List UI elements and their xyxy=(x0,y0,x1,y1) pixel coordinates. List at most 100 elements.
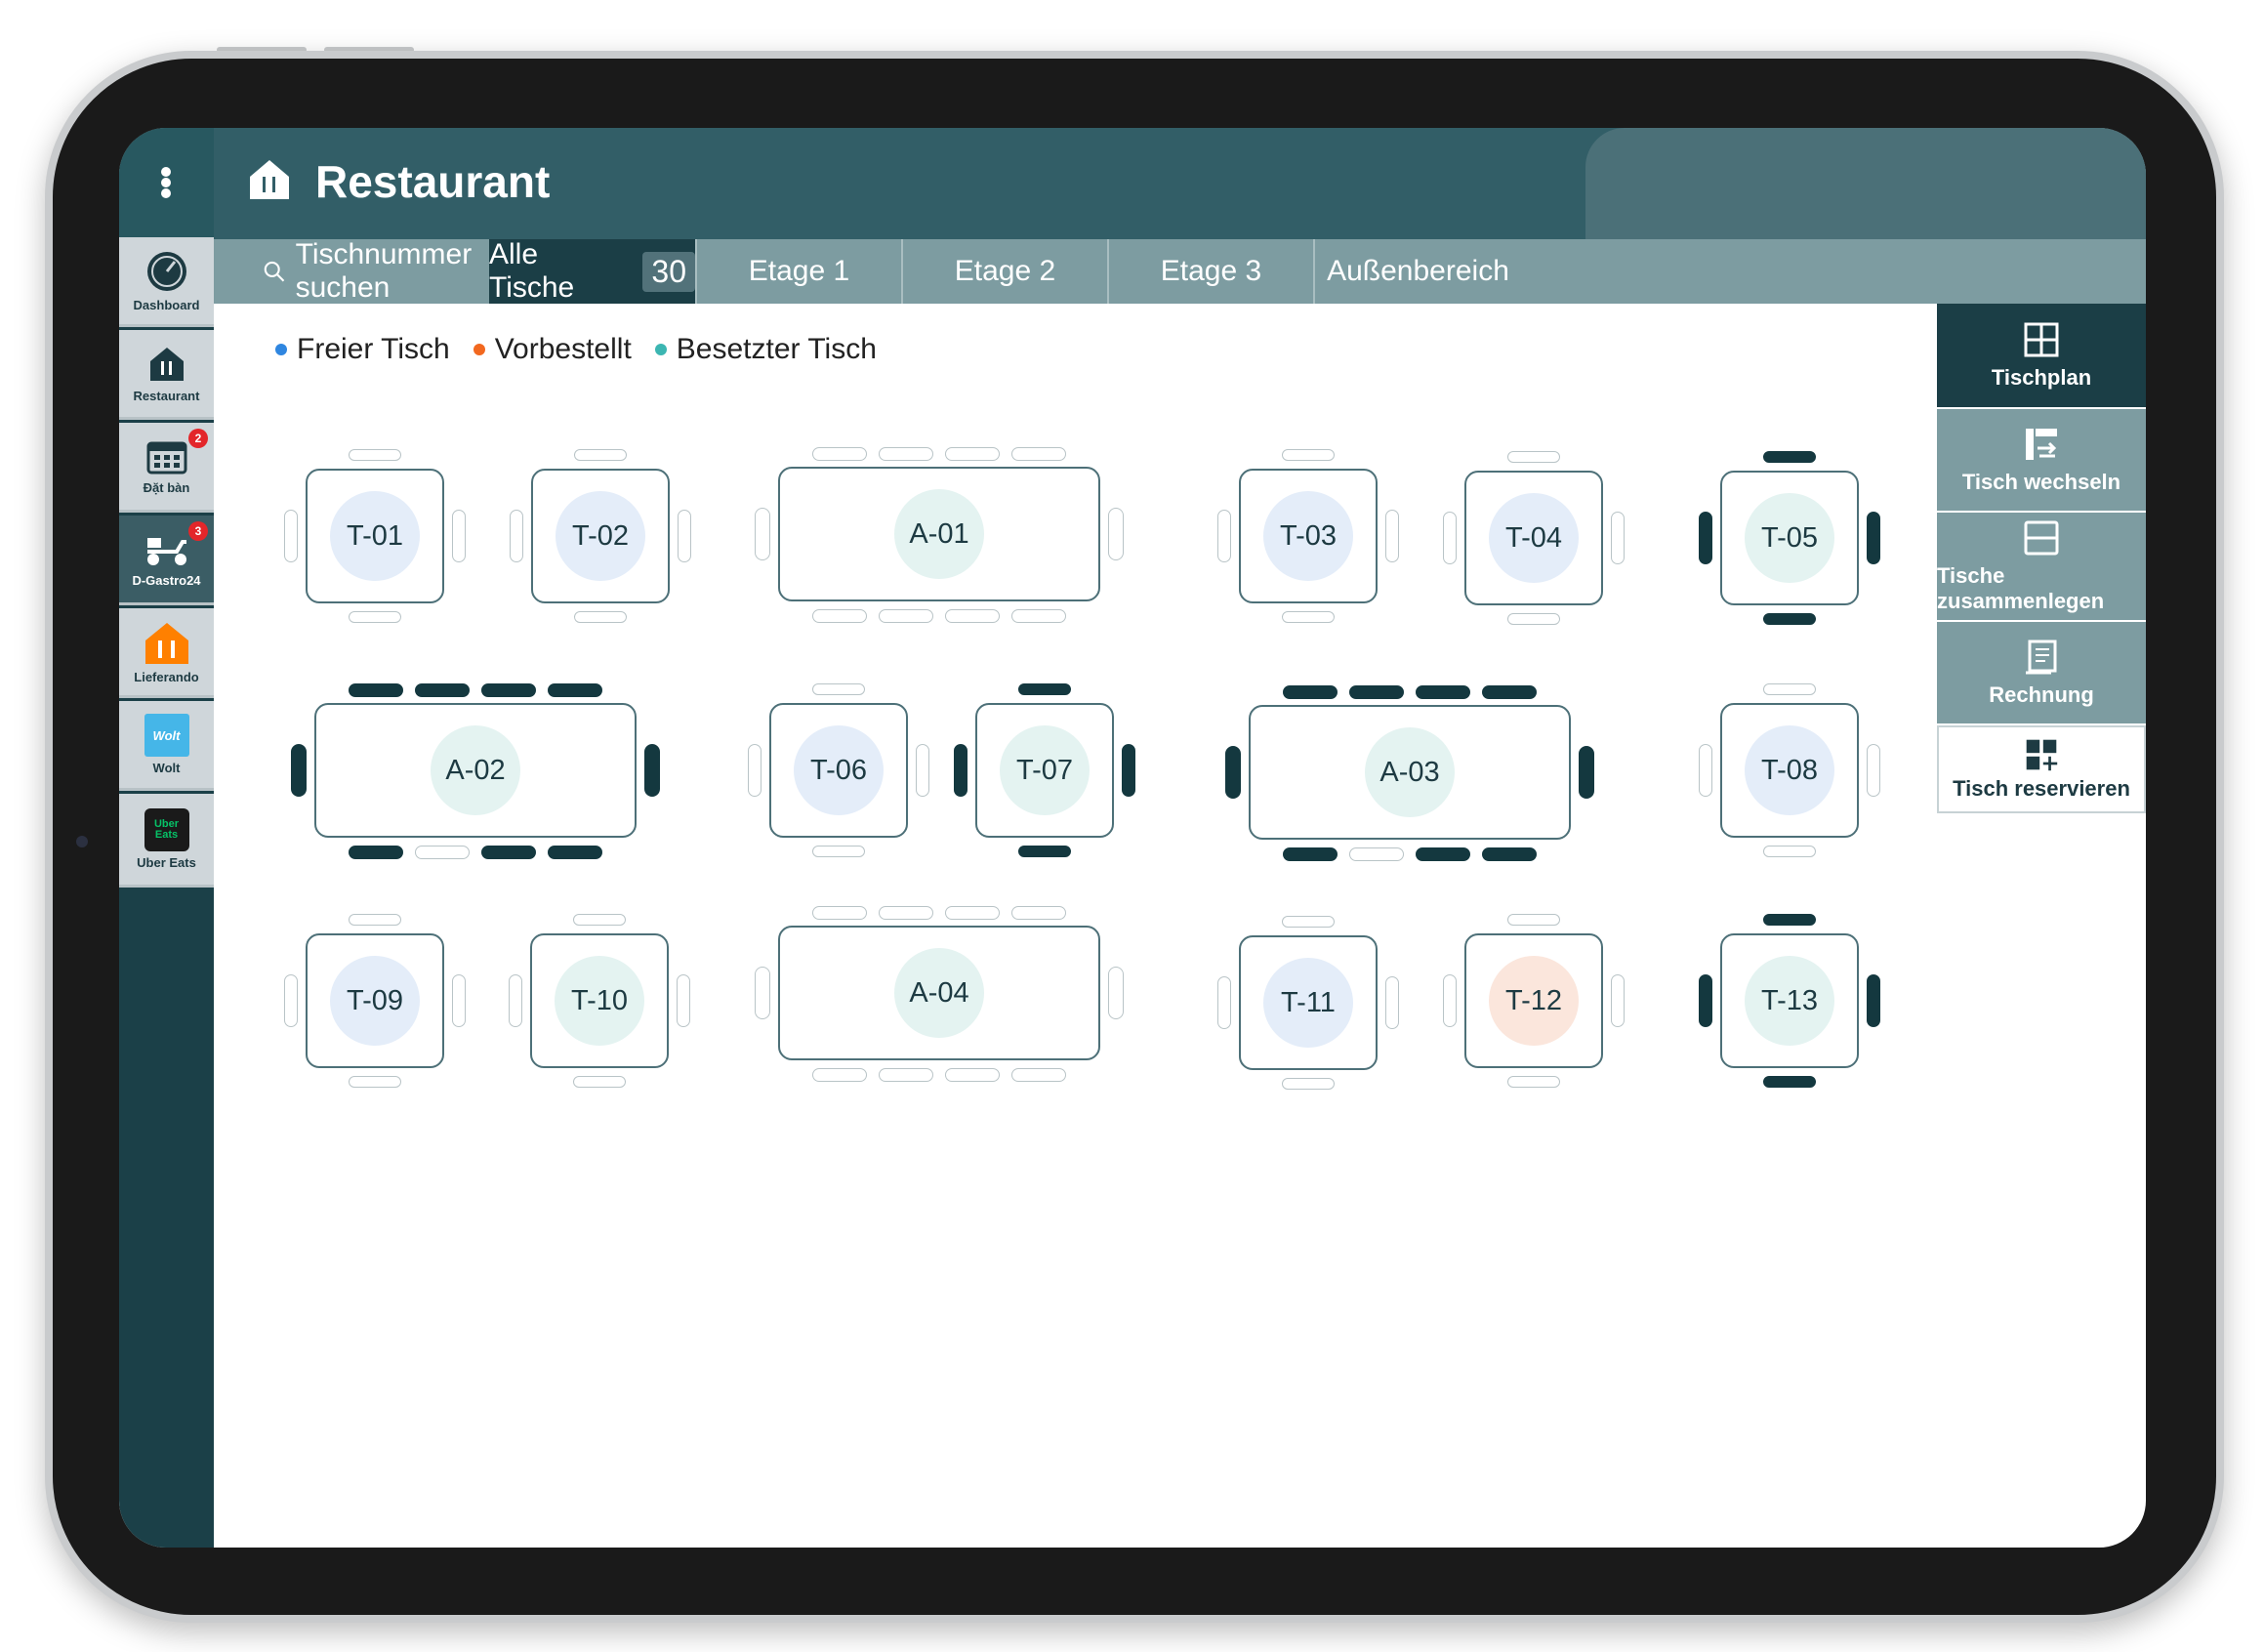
notification-badge: 3 xyxy=(188,521,208,541)
app-screen: Dashboard Restaurant Đặt bàn 2 D-Gastro2… xyxy=(119,128,2146,1548)
sidebar-item-lieferando[interactable]: Lieferando xyxy=(119,608,214,698)
table-number: T-10 xyxy=(555,956,644,1046)
sidebar-item-dashboard[interactable]: Dashboard xyxy=(119,237,214,327)
table-number: T-01 xyxy=(330,491,420,581)
table-number: T-05 xyxy=(1745,493,1834,583)
switch-table-button[interactable]: Tisch wechseln xyxy=(1937,409,2146,511)
chair xyxy=(1217,510,1231,562)
top-header: Restaurant xyxy=(214,128,2146,239)
legend-label: Besetzter Tisch xyxy=(676,333,877,365)
restaurant-icon xyxy=(149,348,184,381)
tab-label: Etage 2 xyxy=(954,255,1056,287)
chair xyxy=(812,1068,867,1082)
table-t-11[interactable]: T-11 xyxy=(1239,935,1378,1070)
camera-icon xyxy=(76,836,88,847)
chair xyxy=(573,914,626,926)
chair xyxy=(291,744,307,797)
chair xyxy=(349,914,401,926)
chair xyxy=(1507,613,1560,625)
tab-etage-3[interactable]: Etage 3 xyxy=(1107,239,1313,304)
tab-all-tables[interactable]: Alle Tische 30 xyxy=(489,238,695,304)
chair xyxy=(945,1068,1000,1082)
chair xyxy=(1867,512,1880,564)
table-number: A-02 xyxy=(431,725,520,815)
sidebar-item-label: Đặt bàn xyxy=(143,480,190,495)
chair xyxy=(1217,976,1231,1029)
chair xyxy=(1443,512,1457,564)
table-t-01[interactable]: T-01 xyxy=(306,469,444,603)
table-number: A-04 xyxy=(894,948,984,1038)
legend-label: Freier Tisch xyxy=(297,333,450,365)
merge-tables-button[interactable]: Tische zusammenlegen xyxy=(1937,513,2146,620)
table-t-10[interactable]: T-10 xyxy=(530,933,669,1068)
chair xyxy=(678,510,691,562)
table-t-05[interactable]: T-05 xyxy=(1720,471,1859,605)
kebab-menu-icon xyxy=(161,167,171,198)
legend-dot xyxy=(473,344,485,355)
swap-table-icon xyxy=(2026,429,2057,460)
sidebar-item-restaurant[interactable]: Restaurant xyxy=(119,330,214,420)
reserve-table-button[interactable]: Tisch reservieren xyxy=(1937,725,2146,813)
ubereats-logo: Uber Eats xyxy=(144,808,189,851)
tab-label: Alle Tische xyxy=(489,238,575,304)
legend-dot xyxy=(275,344,287,355)
menu-button[interactable] xyxy=(119,128,214,237)
legend-dot xyxy=(654,344,667,355)
chair xyxy=(1011,1068,1066,1082)
chair xyxy=(748,744,762,797)
chair xyxy=(1385,976,1399,1029)
chair xyxy=(1867,744,1880,797)
chair xyxy=(509,974,522,1027)
table-number: T-09 xyxy=(330,956,420,1046)
table-t-13[interactable]: T-13 xyxy=(1720,933,1859,1068)
sidebar-item-ubereats[interactable]: Uber Eats Uber Eats xyxy=(119,794,214,888)
table-search-input[interactable]: Tischnummer suchen xyxy=(214,238,489,304)
sidebar-item-dgastro24[interactable]: D-Gastro24 3 xyxy=(119,516,214,605)
table-t-07[interactable]: T-07 xyxy=(975,703,1114,838)
chair xyxy=(1282,611,1335,623)
chair xyxy=(1763,914,1816,926)
table-a-02[interactable]: A-02 xyxy=(314,703,637,838)
invoice-button[interactable]: Rechnung xyxy=(1937,622,2146,723)
table-t-02[interactable]: T-02 xyxy=(531,469,670,603)
table-t-08[interactable]: T-08 xyxy=(1720,703,1859,838)
chair xyxy=(1011,906,1066,920)
table-t-09[interactable]: T-09 xyxy=(306,933,444,1068)
tab-aussenbereich[interactable]: Außenbereich xyxy=(1313,239,1521,304)
table-a-01[interactable]: A-01 xyxy=(778,467,1100,601)
chair xyxy=(349,1076,401,1088)
table-plan-button[interactable]: Tischplan xyxy=(1937,304,2146,407)
table-number: T-08 xyxy=(1745,725,1834,815)
receipt-icon xyxy=(2026,640,2057,675)
tab-etage-1[interactable]: Etage 1 xyxy=(695,239,901,304)
grid-icon xyxy=(2024,322,2059,357)
sidebar-item-wolt[interactable]: Wolt Wolt xyxy=(119,701,214,791)
chair xyxy=(1349,685,1404,699)
chair xyxy=(349,683,403,697)
chair xyxy=(1018,683,1071,695)
tab-etage-2[interactable]: Etage 2 xyxy=(901,239,1107,304)
chair xyxy=(1763,683,1816,695)
table-t-04[interactable]: T-04 xyxy=(1464,471,1603,605)
table-t-06[interactable]: T-06 xyxy=(769,703,908,838)
chair xyxy=(481,846,536,859)
sidebar-item-booking[interactable]: Đặt bàn 2 xyxy=(119,423,214,513)
reserve-icon xyxy=(2026,739,2058,771)
chair xyxy=(349,611,401,623)
chair xyxy=(1507,1076,1560,1088)
table-a-04[interactable]: A-04 xyxy=(778,926,1100,1060)
chair xyxy=(1282,1078,1335,1090)
chair xyxy=(1763,451,1816,463)
chair xyxy=(574,449,627,461)
chair xyxy=(415,846,470,859)
sidebar-item-label: Wolt xyxy=(152,761,181,775)
action-label: Tischplan xyxy=(1991,365,2092,390)
chair xyxy=(1011,609,1066,623)
table-t-12[interactable]: T-12 xyxy=(1464,933,1603,1068)
table-count-badge: 30 xyxy=(642,251,695,292)
chair xyxy=(954,744,967,797)
table-a-03[interactable]: A-03 xyxy=(1249,705,1571,840)
table-t-03[interactable]: T-03 xyxy=(1239,469,1378,603)
tab-label: Etage 3 xyxy=(1160,255,1262,287)
calendar-icon xyxy=(146,441,186,475)
